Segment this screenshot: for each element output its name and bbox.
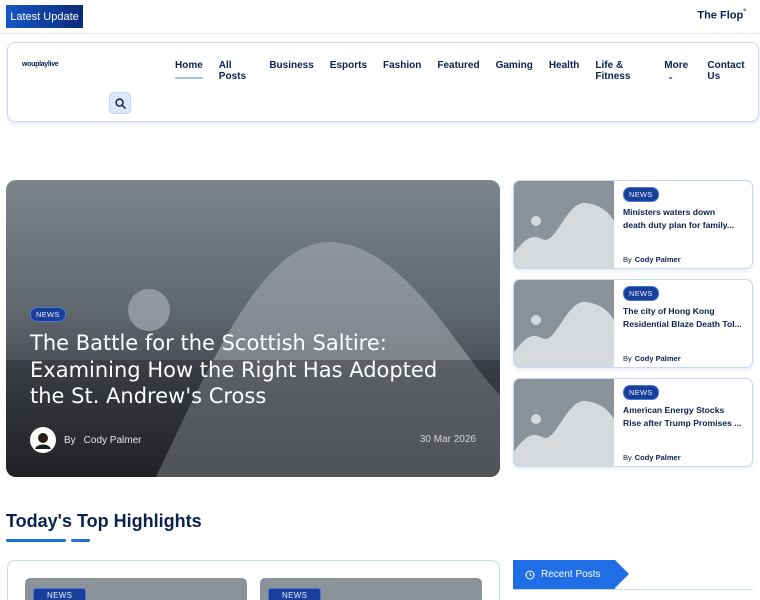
hero-author: By Cody Palmer bbox=[30, 427, 141, 453]
side-post-author-name[interactable]: Cody Palmer bbox=[635, 255, 681, 264]
logo-text: wouplaylive bbox=[22, 61, 59, 68]
side-post-thumbnail bbox=[514, 280, 614, 367]
latest-update-badge[interactable]: Latest Update bbox=[6, 5, 83, 28]
nav-health[interactable]: Health bbox=[541, 60, 588, 82]
highlight-card-1[interactable]: NEWS bbox=[25, 578, 247, 600]
hero-date: 30 Mar 2026 bbox=[419, 434, 476, 445]
side-post-3[interactable]: NEWS American Energy Stocks Rise after T… bbox=[513, 378, 753, 467]
main-nav: Home All Posts Business Esports Fashion … bbox=[167, 60, 758, 82]
side-post-author-name[interactable]: Cody Palmer bbox=[635, 453, 681, 462]
nav-more[interactable]: More⌄ bbox=[656, 60, 699, 82]
nav-fashion[interactable]: Fashion bbox=[375, 60, 429, 82]
chevron-down-icon: ⌄ bbox=[667, 72, 674, 81]
search-button[interactable] bbox=[109, 92, 131, 114]
hero-category-badge[interactable]: NEWS bbox=[30, 307, 66, 322]
side-post-author-name[interactable]: Cody Palmer bbox=[635, 354, 681, 363]
site-header: wouplaylive Home All Posts Business Espo… bbox=[7, 42, 759, 122]
side-post-title-line: Residential Blaze Death Tol... bbox=[623, 318, 742, 329]
nav-life-fitness[interactable]: Life & Fitness bbox=[587, 60, 656, 82]
top-divider bbox=[0, 33, 760, 34]
hero-post[interactable]: NEWS The Battle for the Scottish Saltire… bbox=[6, 180, 500, 477]
recent-posts-tab[interactable]: Recent Posts bbox=[513, 560, 629, 589]
side-post-author: By Cody Palmer bbox=[623, 453, 681, 462]
nav-home[interactable]: Home bbox=[167, 60, 211, 82]
highlights-heading: Today's Top Highlights bbox=[6, 511, 202, 531]
hero-by-label: By bbox=[64, 434, 76, 446]
site-logo[interactable]: wouplaylive bbox=[22, 61, 59, 68]
nav-more-label: More bbox=[664, 60, 689, 71]
latest-update-label: Latest Update bbox=[10, 10, 79, 23]
ticker-text: The Flop bbox=[697, 9, 744, 22]
side-post-title-line: Rise after Trump Promises ... bbox=[623, 417, 742, 428]
hero-author-name[interactable]: Cody Palmer bbox=[84, 435, 142, 446]
side-post-title-line: death duty plan for family... bbox=[623, 219, 735, 230]
side-post-title[interactable]: The city of Hong Kong Residential Blaze … bbox=[623, 305, 747, 330]
side-post-thumbnail bbox=[514, 181, 614, 268]
side-post-category-badge[interactable]: NEWS bbox=[623, 187, 659, 202]
highlight-category-badge[interactable]: NEWS bbox=[268, 588, 322, 600]
side-post-title[interactable]: Ministers waters down death duty plan fo… bbox=[623, 206, 747, 231]
side-post-category-badge[interactable]: NEWS bbox=[623, 385, 659, 400]
side-post-title-line: Ministers waters down bbox=[623, 207, 716, 217]
nav-esports[interactable]: Esports bbox=[322, 60, 375, 82]
side-post-by-label: By bbox=[623, 354, 632, 363]
nav-contact-us[interactable]: Contact Us bbox=[699, 60, 758, 82]
ticker-marker: ° bbox=[743, 9, 746, 16]
recent-posts-label: Recent Posts bbox=[541, 569, 601, 580]
side-post-by-label: By bbox=[623, 255, 632, 264]
hero-title[interactable]: The Battle for the Scottish Saltire: Exa… bbox=[30, 330, 470, 410]
side-post-1[interactable]: NEWS Ministers waters down death duty pl… bbox=[513, 180, 753, 269]
side-post-by-label: By bbox=[623, 453, 632, 462]
side-post-thumbnail bbox=[514, 379, 614, 466]
side-post-title[interactable]: American Energy Stocks Rise after Trump … bbox=[623, 404, 747, 429]
nav-featured[interactable]: Featured bbox=[429, 60, 487, 82]
side-post-title-line: The city of Hong Kong bbox=[623, 306, 715, 316]
author-avatar-icon bbox=[32, 429, 54, 451]
nav-business[interactable]: Business bbox=[261, 60, 321, 82]
side-post-author: By Cody Palmer bbox=[623, 255, 681, 264]
search-icon bbox=[114, 97, 126, 109]
nav-gaming[interactable]: Gaming bbox=[488, 60, 541, 82]
avatar[interactable] bbox=[30, 427, 56, 453]
side-post-2[interactable]: NEWS The city of Hong Kong Residential B… bbox=[513, 279, 753, 368]
heading-underline-dot bbox=[71, 539, 90, 542]
side-post-author: By Cody Palmer bbox=[623, 354, 681, 363]
highlight-category-badge[interactable]: NEWS bbox=[33, 588, 87, 600]
highlight-card-2[interactable]: NEWS bbox=[260, 578, 482, 600]
clock-icon bbox=[525, 570, 535, 579]
ticker-headline[interactable]: The Flop° bbox=[697, 9, 746, 22]
heading-underline bbox=[6, 539, 66, 542]
side-post-title-line: American Energy Stocks bbox=[623, 405, 725, 415]
nav-all-posts[interactable]: All Posts bbox=[211, 60, 262, 82]
side-post-category-badge[interactable]: NEWS bbox=[623, 286, 659, 301]
recent-posts-divider bbox=[513, 589, 753, 590]
